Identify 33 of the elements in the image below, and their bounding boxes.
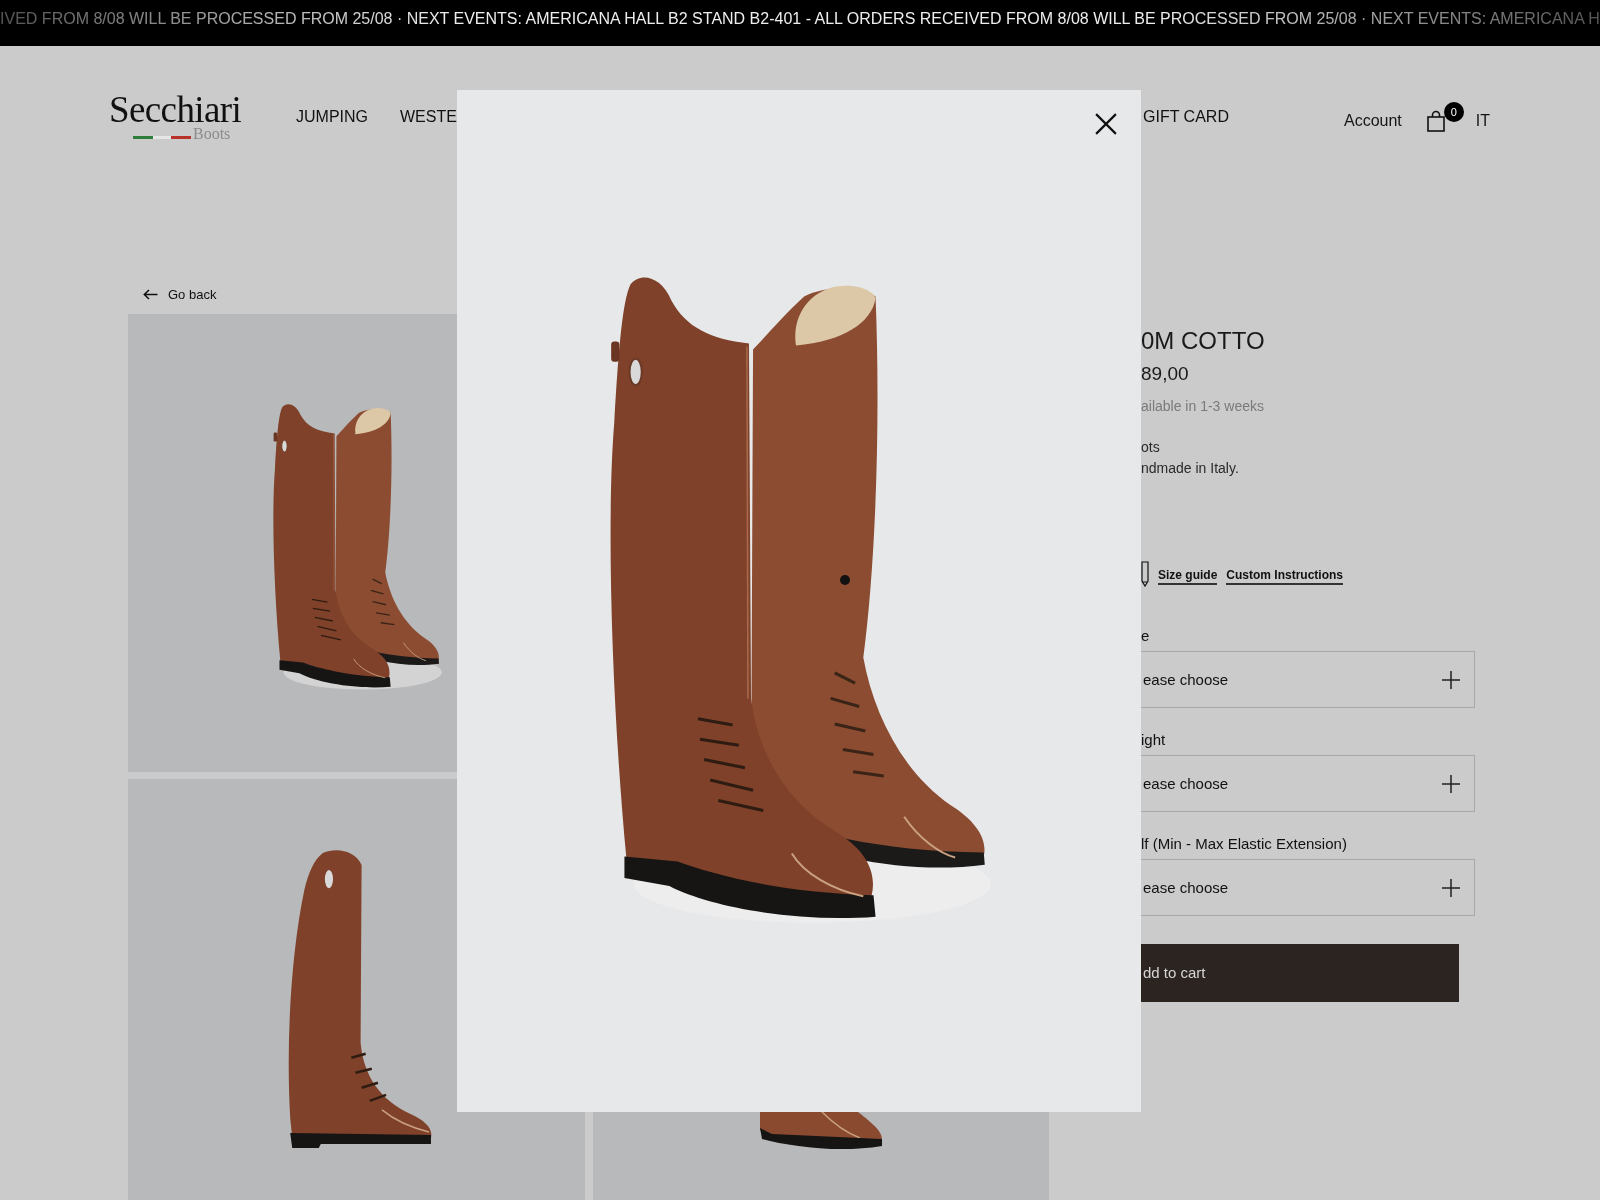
select-field[interactable]: ease choose bbox=[1141, 651, 1475, 708]
close-icon bbox=[1095, 113, 1117, 135]
logo-tagline: Boots bbox=[193, 126, 231, 142]
cursor-dot-icon bbox=[840, 575, 850, 585]
size-guide-link[interactable]: Size guide bbox=[1158, 567, 1218, 585]
option-label: e bbox=[1141, 626, 1151, 646]
option-label: lf (Min - Max Elastic Extension) bbox=[1141, 834, 1348, 854]
plus-icon bbox=[1442, 774, 1460, 793]
pencil-icon bbox=[1141, 561, 1149, 587]
select-field[interactable]: ease choose bbox=[1141, 859, 1475, 916]
availability-text: ailable in 1-3 weeks bbox=[1141, 397, 1264, 416]
product-price: 89,00 bbox=[1141, 362, 1189, 386]
flag-stripe-icon bbox=[133, 136, 191, 139]
custom-instructions-link[interactable]: Custom Instructions bbox=[1226, 567, 1343, 585]
plus-icon bbox=[1442, 670, 1460, 689]
arrow-left-icon bbox=[143, 288, 158, 300]
shopping-bag-icon[interactable] bbox=[1426, 110, 1445, 132]
announcement-text: IVED FROM 8/08 WILL BE PROCESSED FROM 25/08 · NEXT EVENTS: AMERICANA HALL B2 STAND B2-401 - ALL ORDERS RECEIVED FROM 8/08 WILL BE PROCESSED FROM 25/08 · NEXT EVENTS: AMERICANA H bbox=[0, 10, 1600, 28]
nav-link[interactable]: GIFT CARD bbox=[1143, 107, 1229, 127]
product-title: 0M COTTO bbox=[1141, 327, 1265, 355]
nav-link[interactable]: WESTE bbox=[400, 107, 457, 127]
plus-icon bbox=[1442, 878, 1460, 897]
option-label: ight bbox=[1141, 730, 1167, 750]
add-to-cart-button[interactable]: dd to cart bbox=[1141, 944, 1459, 1002]
description-text: ndmade in Italy. bbox=[1141, 459, 1239, 478]
nav-link[interactable]: JUMPING bbox=[296, 107, 368, 127]
back-link[interactable]: Go back bbox=[143, 284, 217, 304]
close-button[interactable] bbox=[1095, 113, 1117, 135]
cart-count-badge: 0 bbox=[1443, 102, 1464, 122]
language-link[interactable]: IT bbox=[1475, 111, 1490, 131]
account-link[interactable]: Account bbox=[1343, 111, 1402, 131]
select-field[interactable]: ease choose bbox=[1141, 755, 1475, 812]
description-text: ots bbox=[1141, 438, 1161, 457]
